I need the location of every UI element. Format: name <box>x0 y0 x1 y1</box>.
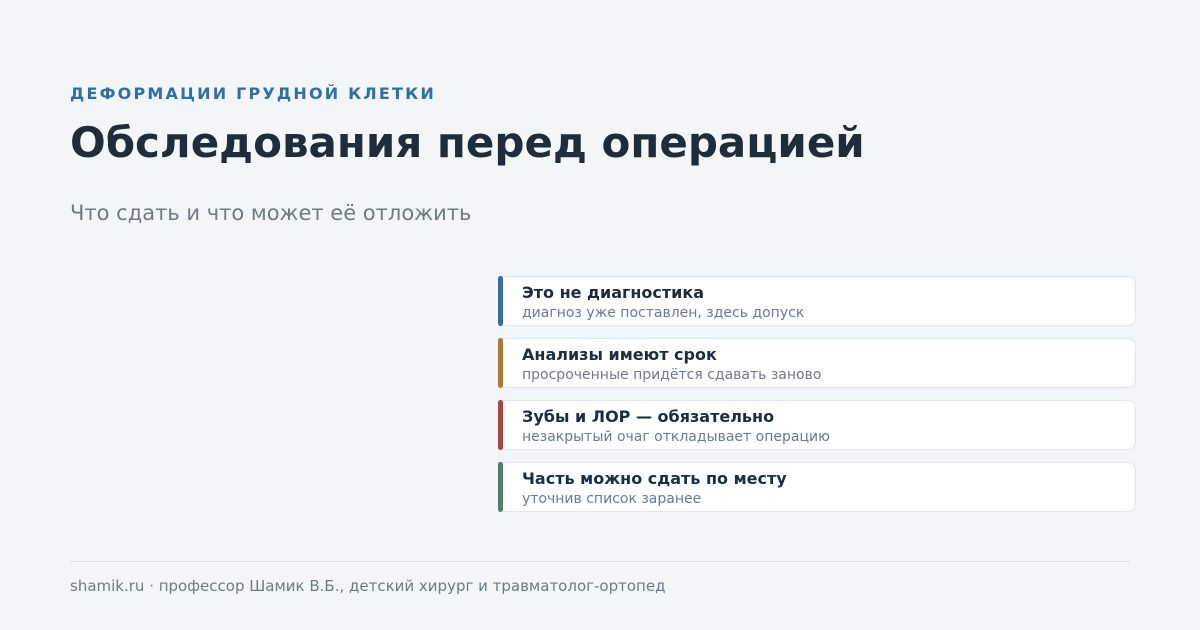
card-item: Анализы имеют срок просроченные придётся… <box>498 338 1136 388</box>
card-accent-bar <box>498 338 503 388</box>
page-subtitle: Что сдать и что может её отложить <box>70 201 472 225</box>
card-item: Это не диагностика диагноз уже поставлен… <box>498 276 1136 326</box>
card-accent-bar <box>498 462 503 512</box>
checklist-cards: Это не диагностика диагноз уже поставлен… <box>498 276 1136 524</box>
card-subtitle: диагноз уже поставлен, здесь допуск <box>522 305 805 321</box>
card-accent-bar <box>498 400 503 450</box>
card-subtitle: незакрытый очаг откладывает операцию <box>522 429 830 445</box>
card-title: Зубы и ЛОР — обязательно <box>522 407 775 426</box>
card-accent-bar <box>498 276 503 326</box>
card-title: Анализы имеют срок <box>522 345 717 364</box>
card-title: Это не диагностика <box>522 283 705 302</box>
footer-divider <box>70 561 1130 562</box>
card-item: Зубы и ЛОР — обязательно незакрытый очаг… <box>498 400 1136 450</box>
card-item: Часть можно сдать по месту уточнив списо… <box>498 462 1136 512</box>
card-subtitle: уточнив список заранее <box>522 491 702 507</box>
card-title: Часть можно сдать по месту <box>522 469 787 488</box>
eyebrow-label: ДЕФОРМАЦИИ ГРУДНОЙ КЛЕТКИ <box>70 84 437 103</box>
card-subtitle: просроченные придётся сдавать заново <box>522 367 822 383</box>
page-title: Обследования перед операцией <box>70 118 865 167</box>
footer-credit: shamik.ru · профессор Шамик В.Б., детски… <box>70 577 666 595</box>
